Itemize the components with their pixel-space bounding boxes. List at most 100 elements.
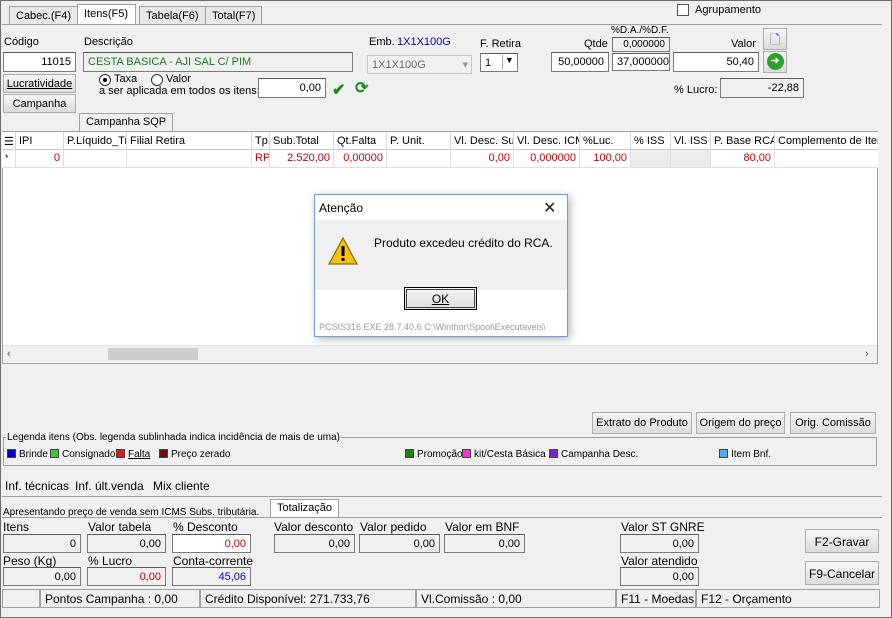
valor-tabela-label: Valor tabela (88, 520, 152, 534)
emb-label: Emb. (369, 36, 395, 48)
cell-subtotal[interactable]: 2.520,00 (270, 150, 334, 167)
pct-desconto-input[interactable]: 0,00 (172, 534, 251, 553)
col-pct-luc[interactable]: %Luc. (580, 132, 631, 150)
campanha-button[interactable]: Campanha (3, 94, 76, 113)
emb-value-link[interactable]: 1X1X100G (397, 36, 451, 48)
tab-campanha-sqp[interactable]: Campanha SQP (79, 113, 174, 131)
col-pct-iss[interactable]: % ISS (631, 132, 671, 150)
cell-pct-luc[interactable]: 100,00 (580, 150, 631, 167)
tab-total[interactable]: Total(F7) (205, 6, 263, 25)
inf-ult-venda-link[interactable]: Inf. últ.venda (75, 479, 144, 493)
pct-lucro-bottom-label: % Lucro (88, 554, 133, 568)
status-pontos: Pontos Campanha : 0,00 (40, 589, 200, 608)
confirm-check-icon[interactable]: ✔ (332, 80, 345, 100)
valor-input[interactable]: 50,40 (673, 52, 759, 72)
legend-campanha-desc: Campanha Desc. (549, 449, 638, 461)
qtde-input[interactable]: 50,00000 (551, 52, 609, 72)
col-vl-desc-icm[interactable]: Vl. Desc. ICM (514, 132, 580, 150)
valor-radio-label: Valor (166, 73, 191, 85)
col-complemento[interactable]: Complemento de Item (775, 132, 878, 150)
legend-falta-label: Falta (128, 449, 151, 460)
scrollbar-thumb[interactable] (108, 348, 198, 360)
f9-cancelar-button[interactable]: F9-Cancelar (805, 561, 879, 585)
cell-pliquido[interactable] (64, 150, 127, 167)
cell-filial-retira[interactable] (127, 150, 252, 167)
fretira-select[interactable]: 1 ▼ (480, 53, 518, 72)
dialog-message: Produto excedeu crédito do RCA. (374, 236, 553, 250)
legend-consignado-label: Consignado (62, 449, 116, 460)
orig-comissao-button[interactable]: Orig. Comissão (790, 412, 876, 434)
cell-vl-desc-icm[interactable]: 0,000000 (514, 150, 580, 167)
cell-qtfalta[interactable]: 0,00000 (334, 150, 387, 167)
col-p-base-rca[interactable]: P. Base RCA (711, 132, 775, 150)
descricao-input[interactable]: CESTA BASICA - AJI SAL C/ PIM (83, 52, 353, 72)
cell-p-base-rca[interactable]: 80,00 (711, 150, 775, 167)
peso-input: 0,00 (3, 567, 81, 586)
scroll-right-icon[interactable]: › (865, 348, 869, 360)
copy-icon: 🗋 (769, 32, 781, 47)
df-input[interactable]: 37,000000 (612, 53, 670, 71)
tab-tabela[interactable]: Tabela(F6) (139, 6, 206, 25)
agrupamento-checkbox[interactable] (677, 4, 689, 16)
origem-preco-button[interactable]: Origem do preço (696, 412, 785, 434)
copy-button[interactable]: 🗋 (763, 28, 787, 50)
col-ipi[interactable]: IPI (16, 132, 64, 150)
valor-bnf-input: 0,00 (444, 534, 525, 553)
col-pliquido[interactable]: P.Líquido_Tr (64, 132, 127, 150)
radio-dot-icon (103, 78, 107, 82)
col-qtfalta[interactable]: Qt.Falta (334, 132, 387, 150)
fretira-select-value: 1 (485, 57, 492, 69)
col-vl-iss[interactable]: Vl. ISS (671, 132, 711, 150)
cell-vl-desc-su[interactable]: 0,00 (451, 150, 514, 167)
swatch-icon (462, 449, 471, 458)
ok-button[interactable]: OK (404, 287, 477, 310)
status-credito: Crédito Disponível: 271.733,76 (200, 589, 416, 608)
cell-ipi[interactable]: 0 (16, 150, 64, 167)
mix-cliente-link[interactable]: Mix cliente (153, 479, 210, 493)
scroll-left-icon[interactable]: ‹ (7, 348, 11, 360)
cell-complemento[interactable] (775, 150, 878, 167)
emb-select[interactable]: 1X1X100G ▾ (367, 55, 472, 74)
col-punit[interactable]: P. Unit. (387, 132, 451, 150)
grid-header: ☰ IPI P.Líquido_Tr Filial Retira Tp. Sub… (2, 132, 878, 150)
cell-vl-iss[interactable] (671, 150, 711, 167)
cell-tp[interactable]: RP (252, 150, 270, 167)
taxa-input[interactable]: 0,00 (258, 78, 326, 98)
tab-itens[interactable]: Itens(F5) (77, 4, 136, 25)
horizontal-scrollbar[interactable]: ‹ › (3, 345, 877, 362)
taxa-label: Taxa (114, 73, 138, 85)
col-vl-desc-su[interactable]: Vl. Desc. Su (451, 132, 514, 150)
legend-falta: Falta (116, 449, 150, 461)
da-input[interactable]: 0,000000 (612, 37, 670, 52)
tab-divider (2, 24, 882, 25)
col-tp[interactable]: Tp. (252, 132, 270, 150)
cell-pct-iss[interactable] (631, 150, 671, 167)
col-filial-retira[interactable]: Filial Retira (127, 132, 252, 150)
grid-menu-icon[interactable]: ☰ (2, 132, 16, 150)
tab-cabec[interactable]: Cabec.(F4) (9, 6, 79, 25)
cell-punit[interactable] (387, 150, 451, 167)
codigo-input[interactable]: 11015 (3, 52, 76, 72)
swatch-icon (7, 449, 16, 458)
col-subtotal[interactable]: Sub.Total (270, 132, 334, 150)
tab-totalizacao[interactable]: Totalização (270, 499, 340, 518)
valor-desconto-input: 0,00 (274, 534, 355, 553)
close-icon[interactable]: ✕ (543, 198, 556, 218)
next-button[interactable]: ➜ (763, 51, 787, 73)
lucratividade-button[interactable]: Lucratividade (3, 74, 76, 93)
extrato-produto-button[interactable]: Extrato do Produto (592, 412, 692, 434)
swatch-icon (719, 449, 728, 458)
legend-promocao-label: Promoção (417, 449, 463, 460)
refresh-icon[interactable]: ⟳ (355, 78, 375, 98)
legend-kit-cesta: kit/Cesta Básica (462, 449, 546, 461)
status-f12[interactable]: F12 - Orçamento (696, 589, 880, 608)
legend-preco-zerado: Preço zerado (159, 449, 230, 461)
valor-tabela-input: 0,00 (87, 534, 166, 553)
f2-gravar-button[interactable]: F2-Gravar (805, 529, 879, 553)
dialog-footer: PCSIS316.EXE 28.7.40.6 C:\Winthor\Spool\… (319, 322, 546, 332)
status-f11[interactable]: F11 - Moedas (616, 589, 696, 608)
agrupamento-label: Agrupamento (695, 4, 762, 16)
table-row[interactable]: * 0 RP 2.520,00 0,00000 0,00 0,000000 10… (2, 150, 878, 168)
itens-input: 0 (3, 534, 81, 553)
inf-tecnicas-link[interactable]: Inf. técnicas (5, 479, 69, 493)
